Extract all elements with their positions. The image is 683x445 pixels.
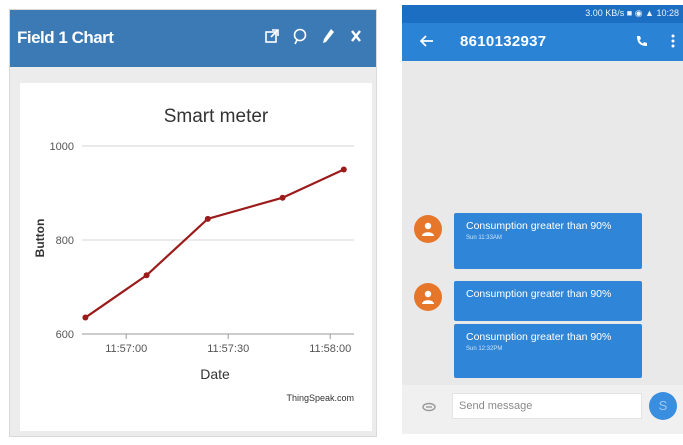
back-arrow-icon[interactable] xyxy=(420,34,434,48)
conversation-app-bar: 8610132937 xyxy=(402,23,683,61)
message-input[interactable] xyxy=(452,393,642,419)
message-timestamp: Sun 11:33AM xyxy=(466,235,502,241)
sms-conversation: 3.00 KB/s ■ ◉ ▲ 10:28 8610132937 Consump… xyxy=(402,5,683,434)
data-point[interactable] xyxy=(82,314,89,321)
data-point[interactable] xyxy=(143,272,150,279)
message-bubble[interactable]: Consumption greater than 90% Sun 11:33AM xyxy=(454,213,642,269)
status-time: 10:28 xyxy=(656,8,679,18)
comment-icon[interactable] xyxy=(292,26,308,46)
send-label: S xyxy=(658,398,668,413)
message-bubble[interactable]: Consumption greater than 90% xyxy=(454,281,642,321)
y-tick-label: 600 xyxy=(56,329,74,341)
y-tick-label: 800 xyxy=(56,235,74,247)
x-tick-label: 11:58:00 xyxy=(309,343,351,355)
more-vert-icon[interactable] xyxy=(670,33,676,49)
contact-number: 8610132937 xyxy=(460,33,547,50)
x-tick-label: 11:57:30 xyxy=(207,343,249,355)
attach-icon[interactable] xyxy=(422,402,436,412)
external-link-icon[interactable] xyxy=(264,26,280,46)
contact-avatar-icon[interactable] xyxy=(414,215,442,243)
phone-icon[interactable] xyxy=(635,34,649,48)
chart-header-actions xyxy=(264,26,364,46)
data-point[interactable] xyxy=(279,194,286,201)
chart-header: Field 1 Chart xyxy=(10,10,376,67)
chart-widget-title: Field 1 Chart xyxy=(17,28,114,47)
chart-card: Smart meter Button Date ThingSpeak.com 6… xyxy=(20,83,372,431)
send-button[interactable]: S xyxy=(649,392,677,420)
status-text: 3.00 KB/s ■ ◉ ▲ 10:28 xyxy=(585,8,679,19)
y-tick-label: 1000 xyxy=(50,141,74,153)
message-text: Consumption greater than 90% xyxy=(466,288,612,300)
network-speed: 3.00 KB/s xyxy=(585,8,625,18)
chart-series xyxy=(82,166,347,321)
contact-avatar-icon[interactable] xyxy=(414,283,442,311)
message-timestamp: Sun 12:32PM xyxy=(466,346,503,352)
data-point[interactable] xyxy=(204,215,211,222)
y-axis-label: Button xyxy=(33,219,47,258)
data-point[interactable] xyxy=(340,166,347,173)
chart-widget: Field 1 Chart Smart meter Button Date Th… xyxy=(9,9,377,437)
status-bar: 3.00 KB/s ■ ◉ ▲ 10:28 xyxy=(402,5,683,23)
series-line xyxy=(84,168,345,319)
message-bubble[interactable]: Consumption greater than 90% Sun 12:32PM xyxy=(454,324,642,378)
compose-bar: S xyxy=(402,385,683,434)
message-text: Consumption greater than 90% xyxy=(466,220,612,232)
chart-credit: ThingSpeak.com xyxy=(286,393,354,403)
chart-title: Smart meter xyxy=(164,106,269,127)
x-axis-ticks: 11:57:00 11:57:30 11:58:00 xyxy=(82,333,354,355)
x-axis-label: Date xyxy=(200,366,230,382)
chart-gridlines xyxy=(82,145,354,335)
y-axis-ticks: 600 800 1000 xyxy=(50,141,74,341)
close-icon[interactable] xyxy=(348,26,364,46)
message-text: Consumption greater than 90% xyxy=(466,331,612,343)
x-tick-label: 11:57:00 xyxy=(105,343,147,355)
status-icons: ■ ◉ ▲ xyxy=(626,8,657,18)
edit-icon[interactable] xyxy=(320,26,336,46)
line-chart: Smart meter Button Date ThingSpeak.com 6… xyxy=(33,106,354,403)
